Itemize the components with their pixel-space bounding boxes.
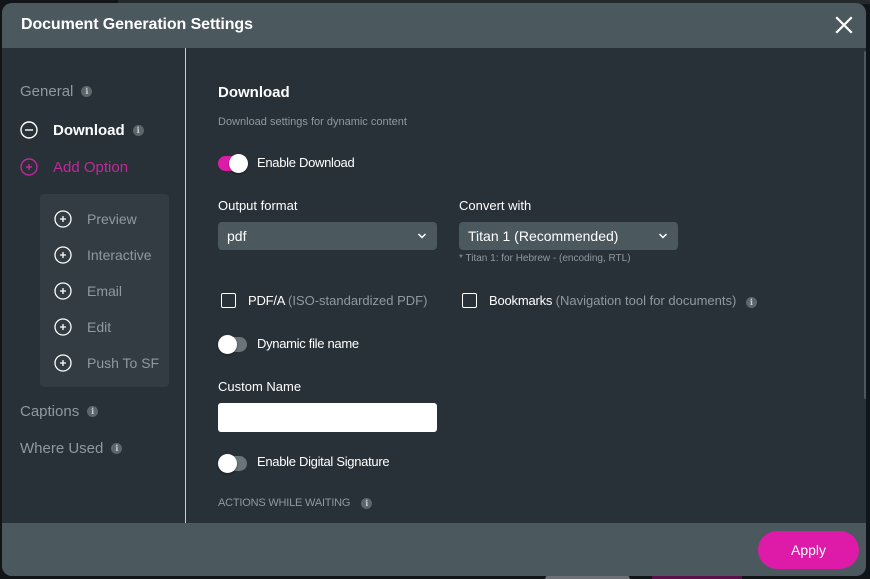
- convert-with-label: Convert with: [459, 198, 532, 213]
- toggle-knob: [218, 454, 237, 473]
- content-scrollbar[interactable]: [864, 51, 866, 399]
- custom-name-label: Custom Name: [218, 379, 302, 394]
- plus-circle-icon: [20, 158, 38, 176]
- info-icon[interactable]: i: [745, 297, 757, 308]
- close-button[interactable]: [834, 15, 854, 35]
- info-icon[interactable]: i: [87, 406, 99, 417]
- plus-circle-icon: [54, 246, 72, 264]
- info-icon[interactable]: i: [361, 498, 373, 509]
- dynamic-file-name-toggle[interactable]: [218, 335, 247, 354]
- info-icon[interactable]: i: [81, 86, 93, 97]
- sidebar-item-label: General: [20, 83, 74, 100]
- bookmarks-checkbox[interactable]: [462, 293, 477, 308]
- sidebar-item-label: Captions: [20, 403, 80, 420]
- dialog-title: Document Generation Settings: [21, 16, 253, 33]
- toggle-knob: [229, 154, 248, 173]
- document-generation-settings-dialog: Document Generation Settings General i D…: [2, 3, 866, 576]
- bookmarks-label-text: Bookmarks: [489, 293, 553, 308]
- sidebar-item-label: Where Used: [20, 440, 104, 457]
- output-format-select[interactable]: pdf: [218, 222, 437, 250]
- add-option-label: Push To SF: [87, 355, 160, 371]
- section-description: Download settings for dynamic content: [218, 116, 407, 128]
- plus-circle-icon: [54, 354, 72, 372]
- convert-with-value: Titan 1 (Recommended): [468, 228, 619, 244]
- info-icon[interactable]: i: [132, 124, 144, 136]
- download-settings-panel: Download Download settings for dynamic c…: [187, 48, 857, 523]
- sidebar-item-general[interactable]: General i: [20, 83, 93, 100]
- add-option-list: Preview Interactive Email Edit Push To S…: [40, 194, 169, 387]
- sidebar-item-download[interactable]: Download i: [20, 121, 144, 139]
- chevron-down-icon: [417, 231, 427, 241]
- plus-circle-icon: [54, 318, 72, 336]
- bookmarks-label: Bookmarks (Navigation tool for documents…: [489, 293, 757, 308]
- add-option-label: Add Option: [53, 158, 129, 176]
- add-option-button[interactable]: Add Option: [20, 158, 128, 176]
- info-icon[interactable]: i: [111, 443, 123, 454]
- add-option-preview[interactable]: Preview: [54, 210, 137, 228]
- bookmarks-sublabel: (Navigation tool for documents): [555, 293, 737, 308]
- output-format-label: Output format: [218, 198, 298, 213]
- dialog-footer: Apply: [2, 523, 866, 576]
- apply-button[interactable]: Apply: [758, 531, 859, 569]
- pdfa-checkbox[interactable]: [221, 293, 236, 308]
- plus-circle-icon: [54, 282, 72, 300]
- custom-name-input[interactable]: [218, 403, 437, 432]
- add-option-label: Interactive: [87, 247, 152, 263]
- chevron-down-icon: [658, 231, 668, 241]
- dialog-header: Document Generation Settings: [2, 3, 866, 48]
- sidebar-item-label: Download: [53, 121, 125, 139]
- actions-while-waiting-heading: ACTIONS WHILE WAITING i: [218, 497, 373, 509]
- section-title: Download: [218, 84, 290, 101]
- digital-signature-toggle[interactable]: [218, 454, 247, 473]
- add-option-email[interactable]: Email: [54, 282, 122, 300]
- plus-circle-icon: [54, 210, 72, 228]
- toggle-knob: [218, 335, 237, 354]
- dynamic-file-name-label: Dynamic file name: [257, 336, 359, 351]
- close-icon: [835, 16, 853, 34]
- add-option-edit[interactable]: Edit: [54, 318, 111, 336]
- sidebar-item-captions[interactable]: Captions i: [20, 403, 99, 420]
- enable-download-toggle[interactable]: [218, 154, 248, 173]
- add-option-label: Preview: [87, 211, 137, 227]
- convert-with-hint: * Titan 1: for Hebrew - (encoding, RTL): [459, 253, 631, 264]
- actions-while-waiting-label: ACTIONS WHILE WAITING: [218, 497, 351, 509]
- add-option-push-to-sf[interactable]: Push To SF: [54, 354, 159, 372]
- convert-with-select[interactable]: Titan 1 (Recommended): [459, 222, 678, 250]
- minus-circle-icon[interactable]: [20, 121, 38, 139]
- enable-download-label: Enable Download: [257, 155, 355, 170]
- digital-signature-label: Enable Digital Signature: [257, 454, 390, 469]
- output-format-value: pdf: [227, 228, 247, 244]
- add-option-label: Edit: [87, 319, 112, 335]
- settings-sidebar: General i Download i Add Option Preview: [2, 48, 186, 523]
- pdfa-label-text: PDF/A: [248, 293, 285, 308]
- add-option-label: Email: [87, 283, 123, 299]
- pdfa-label: PDF/A (ISO-standardized PDF): [248, 293, 427, 308]
- pdfa-sublabel: (ISO-standardized PDF): [288, 293, 428, 308]
- add-option-interactive[interactable]: Interactive: [54, 246, 152, 264]
- sidebar-item-where-used[interactable]: Where Used i: [20, 440, 123, 457]
